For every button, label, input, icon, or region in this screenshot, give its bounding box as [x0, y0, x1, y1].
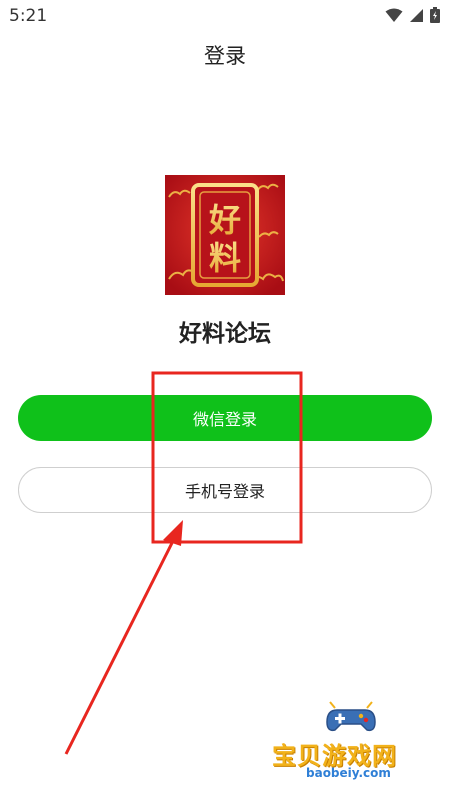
watermark: 宝贝游戏网 baobeiy.com: [268, 700, 438, 795]
app-name: 好料论坛: [179, 321, 271, 347]
annotation-arrow-head: [163, 520, 183, 546]
logo-glyph: 料: [209, 239, 241, 277]
watermark-url: baobeiy.com: [306, 766, 391, 780]
logo-glyph: 好: [208, 201, 241, 239]
status-bar: 5:21: [0, 0, 450, 34]
wechat-login-button[interactable]: 微信登录: [18, 395, 432, 441]
phone-login-button[interactable]: 手机号登录: [18, 467, 432, 513]
gamepad-icon: [326, 701, 376, 732]
signal-icon: [410, 8, 423, 22]
battery-icon: [430, 7, 440, 23]
page-title: 登录: [204, 44, 246, 68]
phone-login-label: 手机号登录: [184, 482, 265, 501]
status-icons: [385, 7, 440, 23]
status-time: 5:21: [9, 6, 48, 26]
app-logo: 好 料: [165, 175, 285, 295]
wifi-icon: [385, 8, 403, 22]
annotation-arrow-line: [64, 534, 178, 755]
wechat-login-label: 微信登录: [192, 410, 257, 429]
